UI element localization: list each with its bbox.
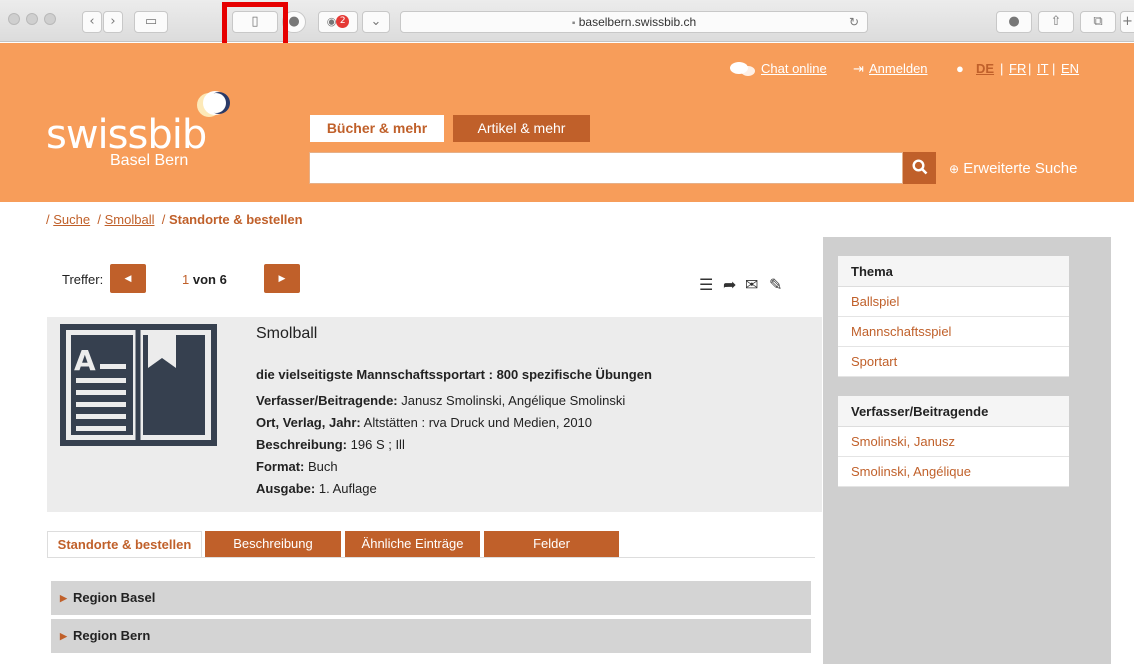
pager-total: von 6 — [189, 272, 227, 287]
publisher-label: Ort, Verlag, Jahr: — [256, 415, 361, 430]
tab-articles[interactable]: Artikel & mehr — [453, 115, 590, 142]
record-title: Smolball — [256, 325, 318, 342]
minimize-window-icon[interactable] — [26, 13, 38, 25]
record-publisher: Ort, Verlag, Jahr: Altstätten : rva Druc… — [256, 415, 592, 430]
advanced-search-label: Erweiterte Suche — [963, 160, 1078, 177]
description-value: 196 S ; Ill — [350, 437, 405, 452]
share-icon[interactable]: ⇧ — [1038, 11, 1074, 33]
share-arrow-icon[interactable]: ➦ — [723, 275, 736, 295]
breadcrumb-separator: / — [97, 212, 101, 227]
mail-icon[interactable]: ✉ — [745, 275, 758, 295]
logo-icon — [191, 86, 235, 131]
pager-count: 1 von 6 — [182, 272, 227, 287]
sidebar-toggle-icon[interactable]: ▭ — [134, 11, 168, 33]
url-text: baselbern.swissbib.ch — [578, 15, 697, 29]
breadcrumb: / Suche / Smolball / Standorte & bestell… — [46, 212, 303, 227]
caret-right-icon: ▶ — [60, 631, 67, 641]
facet-topic-item[interactable]: Ballspiel — [838, 287, 1069, 317]
lang-separator: | — [1028, 61, 1032, 76]
region-label: Region Basel — [73, 590, 156, 605]
svg-text:A: A — [74, 344, 96, 377]
authors-value: Janusz Smolinski, Angélique Smolinski — [401, 393, 626, 408]
breadcrumb-separator: / — [46, 212, 50, 227]
search-button[interactable] — [903, 152, 936, 184]
edit-icon[interactable]: ✎ — [769, 275, 782, 295]
new-tab-icon[interactable]: + — [1120, 11, 1134, 33]
lang-en[interactable]: EN — [1061, 61, 1079, 76]
lang-de[interactable]: DE — [976, 61, 994, 76]
search-icon — [911, 159, 927, 175]
downloads-icon[interactable]: ● — [996, 11, 1032, 33]
close-window-icon[interactable] — [8, 13, 20, 25]
region-basel-toggle[interactable]: ▶ Region Basel — [51, 581, 811, 615]
reload-icon[interactable]: ↻ — [849, 12, 859, 32]
description-label: Beschreibung: — [256, 437, 348, 452]
tab-holdings[interactable]: Standorte & bestellen — [47, 531, 202, 557]
zoom-icon: ⊕ — [949, 162, 960, 176]
login-link[interactable]: Anmelden — [869, 61, 928, 76]
login-icon[interactable]: ⇥ — [853, 61, 864, 77]
url-bar[interactable]: ▪ baselbern.swissbib.ch ↻ — [400, 11, 868, 33]
breadcrumb-separator: / — [161, 212, 166, 227]
browser-toolbar: ‹ › ▭ ▯ ● ◉ 2 ⌄ ▪ baselbern.swissbib.ch ↻… — [0, 0, 1134, 42]
lock-icon: ▪ — [571, 18, 576, 29]
globe-icon: ● — [956, 61, 964, 76]
tab-description[interactable]: Beschreibung — [205, 531, 341, 557]
breadcrumb-item[interactable]: Smolball — [105, 212, 155, 227]
publisher-value: Altstätten : rva Druck und Medien, 2010 — [363, 415, 593, 430]
list-icon[interactable]: ☰ — [699, 275, 713, 295]
chat-online-link[interactable]: Chat online — [761, 61, 827, 76]
tab-fields[interactable]: Felder — [484, 531, 619, 557]
tab-similar[interactable]: Ähnliche Einträge — [345, 531, 480, 557]
region-label: Region Bern — [73, 628, 151, 643]
facet-author-item[interactable]: Smolinski, Janusz — [838, 427, 1069, 457]
tab-divider — [47, 557, 815, 558]
advanced-search-link[interactable]: ⊕ Erweiterte Suche — [949, 160, 1077, 177]
record-description: Beschreibung: 196 S ; Ill — [256, 437, 405, 452]
record-authors: Verfasser/Beitragende: Janusz Smolinski,… — [256, 393, 625, 408]
book-icon: A — [60, 324, 217, 451]
tab-books[interactable]: Bücher & mehr — [310, 115, 444, 142]
next-result-button[interactable]: ▶ — [264, 264, 300, 293]
pager-label: Treffer: — [62, 272, 104, 287]
record-edition: Ausgabe: 1. Auflage — [256, 481, 377, 496]
facet-topic-item[interactable]: Sportart — [838, 347, 1069, 377]
extension-badge-button[interactable]: ◉ 2 — [318, 11, 358, 33]
edition-label: Ausgabe: — [256, 481, 316, 496]
breadcrumb-search[interactable]: Suche — [53, 212, 90, 227]
pocket-icon[interactable]: ⌄ — [362, 11, 390, 33]
back-icon[interactable]: ‹ — [82, 11, 102, 33]
facet-authors-heading: Verfasser/Beitragende — [838, 396, 1069, 427]
logo-subtitle: Basel Bern — [110, 152, 189, 169]
edition-value: 1. Auflage — [318, 481, 377, 496]
caret-right-icon: ▶ — [60, 593, 67, 603]
zoom-window-icon[interactable] — [44, 13, 56, 25]
facet-topic-heading: Thema — [838, 256, 1069, 287]
facet-topic: Thema Ballspiel Mannschaftsspiel Sportar… — [838, 256, 1069, 377]
breadcrumb-current: Standorte & bestellen — [168, 212, 303, 227]
record-subtitle: die vielseitigste Mannschaftssportart : … — [256, 367, 652, 382]
chat-icon[interactable] — [730, 61, 756, 80]
record-format: Format: Buch — [256, 459, 338, 474]
prev-result-button[interactable]: ◀ — [110, 264, 146, 293]
region-bern-toggle[interactable]: ▶ Region Bern — [51, 619, 811, 653]
format-value: Buch — [308, 459, 338, 474]
forward-icon[interactable]: › — [103, 11, 123, 33]
facet-topic-item[interactable]: Mannschaftsspiel — [838, 317, 1069, 347]
lang-separator: | — [1000, 61, 1004, 76]
authors-label: Verfasser/Beitragende: — [256, 393, 398, 408]
notification-badge: 2 — [336, 15, 350, 28]
facet-author-item[interactable]: Smolinski, Angélique — [838, 457, 1069, 487]
lang-fr[interactable]: FR — [1009, 61, 1026, 76]
search-input[interactable] — [309, 152, 903, 184]
lang-it[interactable]: IT — [1037, 61, 1049, 76]
facet-authors: Verfasser/Beitragende Smolinski, Janusz … — [838, 396, 1069, 487]
lang-separator: | — [1052, 61, 1056, 76]
format-label: Format: — [256, 459, 305, 474]
tabs-overview-icon[interactable]: ⧉ — [1080, 11, 1116, 33]
